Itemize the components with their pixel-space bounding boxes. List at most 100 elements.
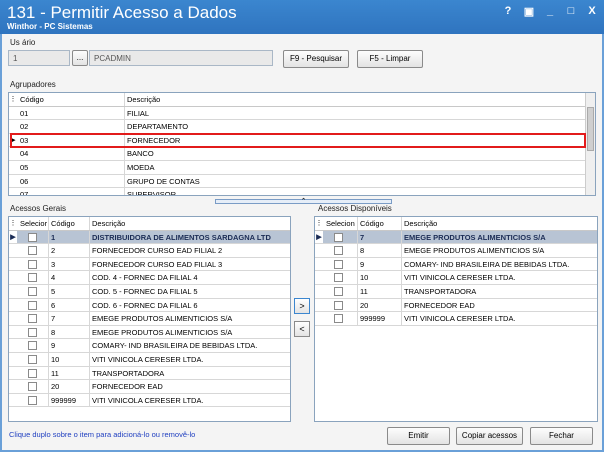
agrupador-descricao: MOEDA [124,161,584,174]
row-indicator [9,175,17,188]
access-row[interactable]: 6 COD. 6 - FORNEC DA FILIAL 6 [9,298,290,313]
access-row[interactable]: 10 VITI VINICOLA CERESER LTDA. [9,353,290,367]
select-checkbox[interactable] [28,273,37,283]
remove-access-button[interactable]: < [294,321,310,337]
column-chooser-icon[interactable]: ⋮ [9,93,17,106]
access-row[interactable]: 999999 VITI VINICOLA CERESER LTDA. [9,393,290,408]
agrupador-row[interactable]: 01 FILIAL [9,106,595,121]
restore-layout-icon[interactable]: ▣ [523,5,535,18]
copiar-acessos-button[interactable]: Copiar acessos [456,427,523,445]
access-row[interactable]: 20 FORNECEDOR EAD [315,298,597,313]
access-row[interactable]: 4 COD. 4 - FORNEC DA FILIAL 4 [9,271,290,285]
select-checkbox[interactable] [28,314,37,324]
select-checkbox[interactable] [334,246,343,256]
access-row[interactable]: 20 FORNECEDOR EAD [9,380,290,394]
agrupador-row[interactable]: 05 MOEDA [9,161,595,175]
acessos-disponiveis-grid[interactable]: ⋮ Selecion Código Descrição ▶ 7 EMEGE PROD… [314,216,598,422]
select-cell [18,326,48,339]
usuario-name-field [89,50,273,66]
select-checkbox[interactable] [334,300,343,310]
help-icon[interactable]: ? [502,5,514,18]
access-row[interactable]: 9 COMARY- IND BRASILEIRA DE BEBIDAS LTDA. [315,257,597,272]
select-checkbox[interactable] [28,355,37,364]
row-indicator [9,258,17,271]
access-codigo: 4 [48,271,89,284]
select-checkbox[interactable] [334,273,343,283]
emitir-button[interactable]: Emitir [387,427,450,445]
select-checkbox[interactable] [334,314,343,324]
access-row[interactable]: 2 FORNECEDOR CURSO EAD FILIAL 2 [9,244,290,258]
access-row[interactable]: 10 VITI VINICOLA CERESER LTDA. [315,271,597,285]
col-descricao-header[interactable]: Descrição [401,217,597,230]
select-checkbox[interactable] [28,287,37,296]
agrupadores-scrollbar[interactable] [585,93,595,195]
agrupador-row[interactable]: 04 BANCO [9,147,595,161]
access-descricao: FORNECEDOR EAD [401,298,597,312]
col-codigo-header[interactable]: Código [48,217,89,230]
select-checkbox[interactable] [28,246,37,256]
close-icon[interactable]: X [586,5,598,18]
col-selecionar-header[interactable]: Selecior [18,217,48,230]
select-checkbox[interactable] [28,232,37,242]
col-codigo-header[interactable]: Código [18,93,124,106]
agrupador-row[interactable]: 07 SUPERVISOR [9,188,595,195]
col-codigo-header[interactable]: Código [357,217,401,230]
agrupador-codigo: 02 [20,122,29,132]
access-row[interactable]: 11 TRANSPORTADORA [9,366,290,381]
select-cell [324,244,357,257]
agrupadores-label: Agrupadores [10,80,56,89]
agrupador-descricao: DEPARTAMENTO [124,120,584,133]
select-checkbox[interactable] [28,395,37,405]
access-row[interactable]: 3 FORNECEDOR CURSO EAD FILIAL 3 [9,257,290,272]
maximize-icon[interactable]: □ [565,5,577,18]
access-row[interactable]: ▶ 7 EMEGE PRODUTOS ALIMENTICIOS S/A [315,230,597,245]
col-selecionar-header[interactable]: Selecion [324,217,357,230]
usuario-code-input[interactable] [8,50,70,66]
access-row[interactable]: 8 EMEGE PRODUTOS ALIMENTICIOS S/A [315,244,597,258]
row-indicator [9,244,17,257]
access-row[interactable]: 8 EMEGE PRODUTOS ALIMENTICIOS S/A [9,325,290,340]
select-cell [18,367,48,380]
select-checkbox[interactable] [28,382,37,392]
select-cell [18,244,48,257]
add-access-button[interactable]: > [294,298,310,314]
select-checkbox[interactable] [334,259,343,269]
minimize-icon[interactable]: _ [544,5,556,18]
access-descricao: DISTRIBUIDORA DE ALIMENTOS SARDAGNA LTD [89,230,289,244]
scroll-thumb[interactable] [587,107,594,151]
row-indicator [9,161,17,174]
access-row[interactable]: ▶ 1 DISTRIBUIDORA DE ALIMENTOS SARDAGNA LT… [9,230,290,245]
select-checkbox[interactable] [334,287,343,296]
agrupador-codigo: 05 [20,163,29,172]
select-cell [18,312,48,325]
select-checkbox[interactable] [28,327,37,337]
row-indicator [9,367,17,380]
limpar-button[interactable]: F5 - Limpar [357,50,423,68]
fechar-button[interactable]: Fechar [530,427,593,445]
agrupador-codigo: 06 [20,176,29,186]
access-row[interactable]: 5 COD. 5 - FORNEC DA FILIAL 5 [9,285,290,299]
column-chooser-icon[interactable]: ⋮ [315,217,323,230]
select-cell [324,271,357,284]
row-indicator [9,285,17,298]
column-chooser-icon[interactable]: ⋮ [9,217,17,230]
access-descricao: COD. 4 - FORNEC DA FILIAL 4 [89,271,289,284]
col-descricao-header[interactable]: Descrição [124,93,584,106]
access-row[interactable]: 999999 VITI VINICOLA CERESER LTDA. [315,312,597,326]
access-codigo: 9 [48,339,89,352]
access-row[interactable]: 11 TRANSPORTADORA [315,285,597,299]
select-cell [18,299,48,312]
agrupador-row[interactable]: 02 DEPARTAMENTO [9,120,595,134]
access-row[interactable]: 9 COMARY- IND BRASILEIRA DE BEBIDAS LTDA. [9,339,290,353]
select-checkbox[interactable] [28,300,37,310]
select-checkbox[interactable] [334,232,343,242]
col-descricao-header[interactable]: Descrição [89,217,289,230]
agrupador-row[interactable]: 06 GRUPO DE CONTAS [9,174,595,189]
usuario-browse-button[interactable]: ... [72,50,88,66]
access-row[interactable]: 7 EMEGE PRODUTOS ALIMENTICIOS S/A [9,312,290,326]
select-checkbox[interactable] [28,341,37,351]
select-checkbox[interactable] [28,368,37,378]
select-checkbox[interactable] [28,259,37,269]
pesquisar-button[interactable]: F9 - Pesquisar [283,50,349,68]
acessos-gerais-grid[interactable]: ⋮ Selecior Código Descrição ▶ 1 DISTRIBUID… [8,216,291,422]
